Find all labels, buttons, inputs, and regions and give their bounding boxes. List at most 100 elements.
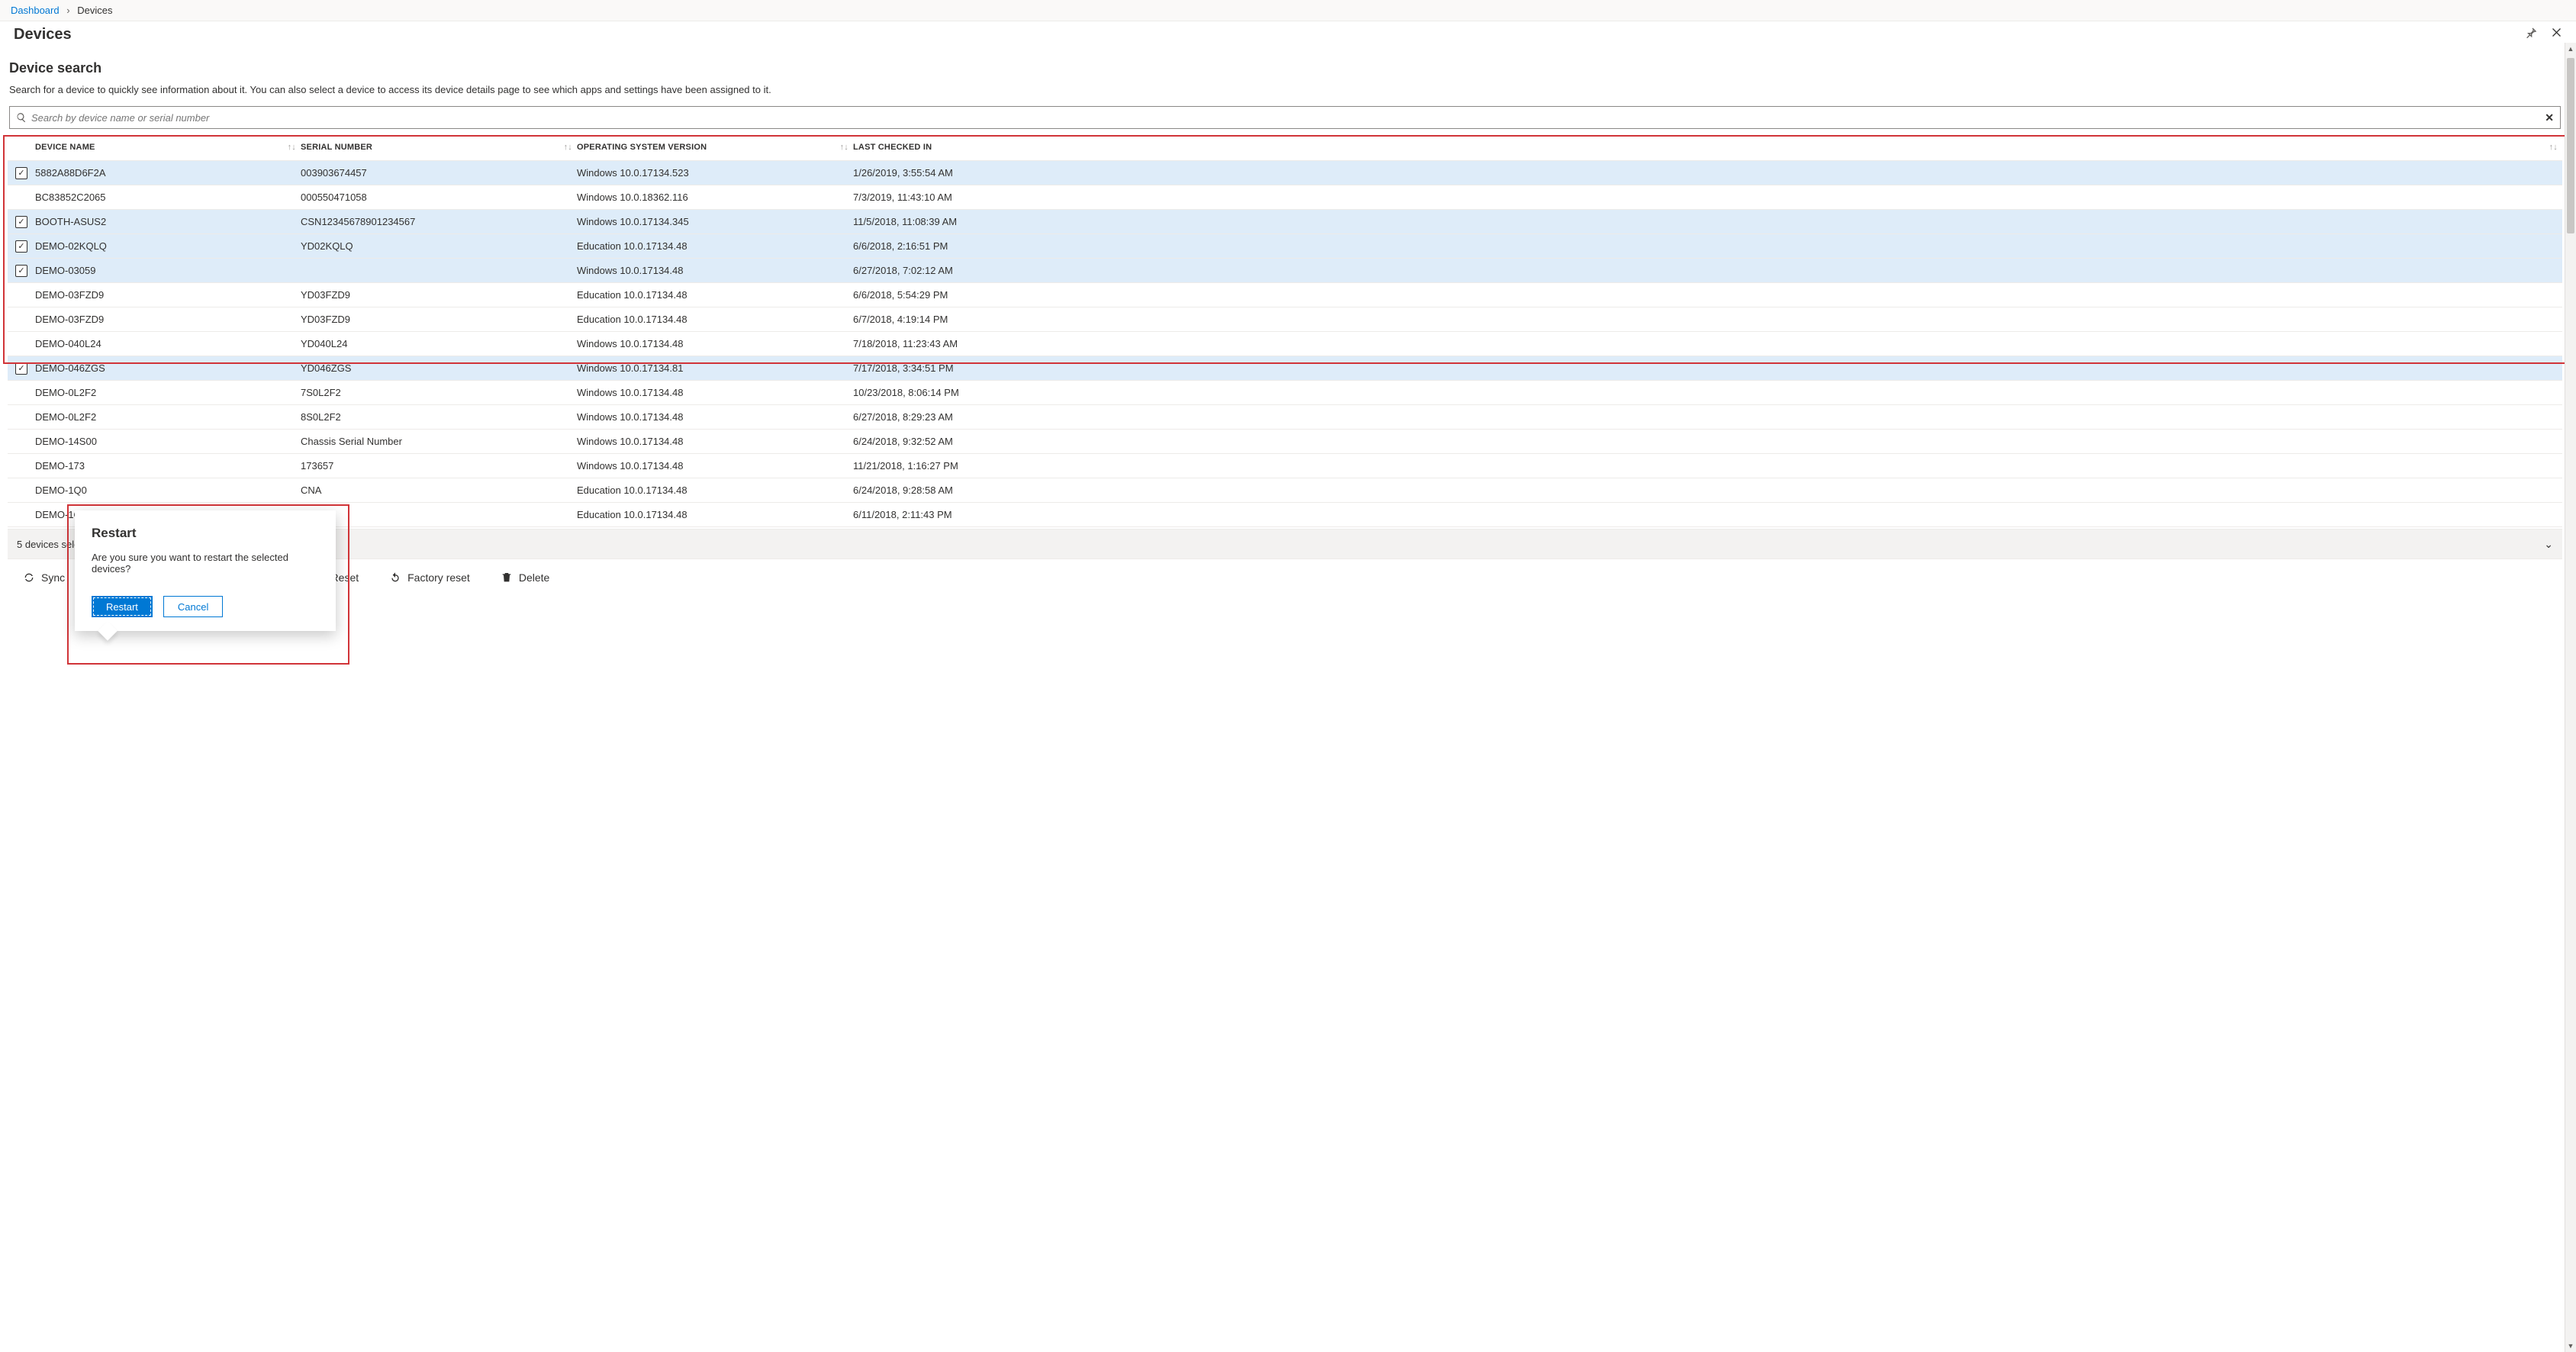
- cell-os: Education 10.0.17134.48: [577, 240, 853, 252]
- cell-name: DEMO-0L2F2: [35, 387, 301, 398]
- delete-button[interactable]: Delete: [496, 568, 554, 587]
- cell-os: Education 10.0.17134.48: [577, 314, 853, 325]
- table-row[interactable]: DEMO-03FZD9YD03FZD9Education 10.0.17134.…: [8, 283, 2562, 307]
- table-row[interactable]: BC83852C2065000550471058Windows 10.0.183…: [8, 185, 2562, 210]
- table-row[interactable]: DEMO-14S00Chassis Serial NumberWindows 1…: [8, 430, 2562, 454]
- factory-reset-button[interactable]: Factory reset: [385, 568, 475, 587]
- row-checkbox[interactable]: ✓: [15, 265, 27, 277]
- cell-name: DEMO-02KQLQ: [35, 240, 301, 252]
- cell-checked: 7/18/2018, 11:23:43 AM: [853, 338, 2562, 349]
- cell-checked: 11/5/2018, 11:08:39 AM: [853, 216, 2562, 227]
- row-checkbox[interactable]: ✓: [15, 216, 27, 228]
- table-row[interactable]: DEMO-040L24YD040L24Windows 10.0.17134.48…: [8, 332, 2562, 356]
- col-serial[interactable]: SERIAL NUMBER↑↓: [301, 143, 577, 152]
- table-row[interactable]: DEMO-0L2F28S0L2F2Windows 10.0.17134.486/…: [8, 405, 2562, 430]
- cell-serial: 000550471058: [301, 192, 577, 203]
- cell-name: BC83852C2065: [35, 192, 301, 203]
- table-row[interactable]: DEMO-03FZD9YD03FZD9Education 10.0.17134.…: [8, 307, 2562, 332]
- cell-os: Education 10.0.17134.48: [577, 509, 853, 520]
- table-row[interactable]: ✓DEMO-03059Windows 10.0.17134.486/27/201…: [8, 259, 2562, 283]
- pin-icon[interactable]: [2525, 27, 2537, 43]
- cell-checked: 6/24/2018, 9:28:58 AM: [853, 484, 2562, 496]
- table-row[interactable]: DEMO-1Q0CNAEducation 10.0.17134.486/24/2…: [8, 478, 2562, 503]
- dialog-message: Are you sure you want to restart the sel…: [92, 552, 319, 575]
- scroll-thumb[interactable]: [2567, 58, 2574, 233]
- table-row[interactable]: DEMO-0L2F27S0L2F2Windows 10.0.17134.4810…: [8, 381, 2562, 405]
- col-checked[interactable]: LAST CHECKED IN↑↓: [853, 143, 2562, 152]
- cell-name: DEMO-046ZGS: [35, 362, 301, 374]
- cell-os: Windows 10.0.17134.48: [577, 387, 853, 398]
- cell-serial: CNA: [301, 484, 577, 496]
- table-row[interactable]: ✓ 5882A88D6F2A003903674457Windows 10.0.17…: [8, 161, 2562, 185]
- breadcrumb: Dashboard › Devices: [0, 0, 2576, 21]
- col-os[interactable]: OPERATING SYSTEM VERSION↑↓: [577, 143, 853, 152]
- cell-serial: YD046ZGS: [301, 362, 577, 374]
- search-icon: [16, 112, 27, 123]
- table-row[interactable]: ✓DEMO-02KQLQYD02KQLQEducation 10.0.17134…: [8, 234, 2562, 259]
- table-row[interactable]: ✓BOOTH-ASUS2CSN12345678901234567Windows …: [8, 210, 2562, 234]
- undo-icon: [389, 571, 401, 584]
- cell-name: 5882A88D6F2A: [35, 167, 301, 179]
- clear-search-icon[interactable]: ✕: [2545, 111, 2554, 124]
- cell-os: Windows 10.0.17134.48: [577, 460, 853, 472]
- cell-os: Windows 10.0.17134.81: [577, 362, 853, 374]
- cell-serial: YD03FZD9: [301, 314, 577, 325]
- dialog-confirm-button[interactable]: Restart: [92, 596, 153, 617]
- search-box[interactable]: ✕: [9, 106, 2561, 129]
- breadcrumb-current: Devices: [77, 5, 112, 16]
- dialog-cancel-button[interactable]: Cancel: [163, 596, 223, 617]
- cell-checked: 7/3/2019, 11:43:10 AM: [853, 192, 2562, 203]
- cell-name: DEMO-1Q0: [35, 484, 301, 496]
- cell-name: DEMO-03059: [35, 265, 301, 276]
- cell-name: DEMO-14S00: [35, 436, 301, 447]
- table-row[interactable]: DEMO-173173657Windows 10.0.17134.4811/21…: [8, 454, 2562, 478]
- section-title: Device search: [9, 60, 2562, 76]
- cell-name: DEMO-0L2F2: [35, 411, 301, 423]
- cell-serial: 7S0L2F2: [301, 387, 577, 398]
- cell-checked: 6/6/2018, 2:16:51 PM: [853, 240, 2562, 252]
- table-header: DEVICE NAME↑↓ SERIAL NUMBER↑↓ OPERATING …: [8, 134, 2562, 161]
- table-row[interactable]: DEMO-1Q0CPGEducation 10.0.17134.486/11/2…: [8, 503, 2562, 527]
- selection-status-bar: 5 devices selected ⌄: [8, 529, 2562, 559]
- chevron-down-icon[interactable]: ⌄: [2544, 538, 2553, 551]
- row-checkbox[interactable]: ✓: [15, 362, 27, 375]
- row-checkbox[interactable]: ✓: [15, 240, 27, 253]
- cell-name: BOOTH-ASUS2: [35, 216, 301, 227]
- title-bar: Devices: [0, 21, 2576, 47]
- cell-os: Windows 10.0.17134.48: [577, 436, 853, 447]
- cell-os: Education 10.0.17134.48: [577, 289, 853, 301]
- action-bar: Sync Restart Rename Autopilot Reset Fact…: [8, 559, 2562, 600]
- cell-checked: 6/24/2018, 9:32:52 AM: [853, 436, 2562, 447]
- col-device-name[interactable]: DEVICE NAME↑↓: [35, 143, 301, 152]
- search-input[interactable]: [31, 112, 2545, 124]
- cell-os: Windows 10.0.18362.116: [577, 192, 853, 203]
- cell-name: DEMO-03FZD9: [35, 289, 301, 301]
- cell-checked: 1/26/2019, 3:55:54 AM: [853, 167, 2562, 179]
- cell-serial: 173657: [301, 460, 577, 472]
- scroll-up-icon[interactable]: ▲: [2565, 43, 2576, 55]
- cell-checked: 6/11/2018, 2:11:43 PM: [853, 509, 2562, 520]
- sync-button[interactable]: Sync: [18, 568, 69, 587]
- cell-name: DEMO-173: [35, 460, 301, 472]
- row-checkbox[interactable]: ✓: [15, 167, 27, 179]
- cell-checked: 11/21/2018, 1:16:27 PM: [853, 460, 2562, 472]
- sync-icon: [23, 571, 35, 584]
- cell-serial: YD03FZD9: [301, 289, 577, 301]
- table-row[interactable]: ✓ DEMO-046ZGSYD046ZGSWindows 10.0.17134.8…: [8, 356, 2562, 381]
- cell-serial: CPG: [301, 509, 577, 520]
- breadcrumb-dashboard[interactable]: Dashboard: [11, 5, 60, 16]
- cell-name: DEMO-03FZD9: [35, 314, 301, 325]
- cell-os: Education 10.0.17134.48: [577, 484, 853, 496]
- trash-icon: [501, 571, 513, 584]
- close-icon[interactable]: [2551, 27, 2562, 43]
- cell-serial: 8S0L2F2: [301, 411, 577, 423]
- cell-os: Windows 10.0.17134.48: [577, 411, 853, 423]
- section-description: Search for a device to quickly see infor…: [9, 84, 2561, 95]
- cell-checked: 6/6/2018, 5:54:29 PM: [853, 289, 2562, 301]
- scroll-down-icon[interactable]: ▼: [2565, 1340, 2576, 1352]
- cell-serial: 003903674457: [301, 167, 577, 179]
- cell-os: Windows 10.0.17134.345: [577, 216, 853, 227]
- dialog-title: Restart: [92, 526, 319, 541]
- vertical-scrollbar[interactable]: ▲ ▼: [2565, 43, 2576, 1352]
- cell-os: Windows 10.0.17134.523: [577, 167, 853, 179]
